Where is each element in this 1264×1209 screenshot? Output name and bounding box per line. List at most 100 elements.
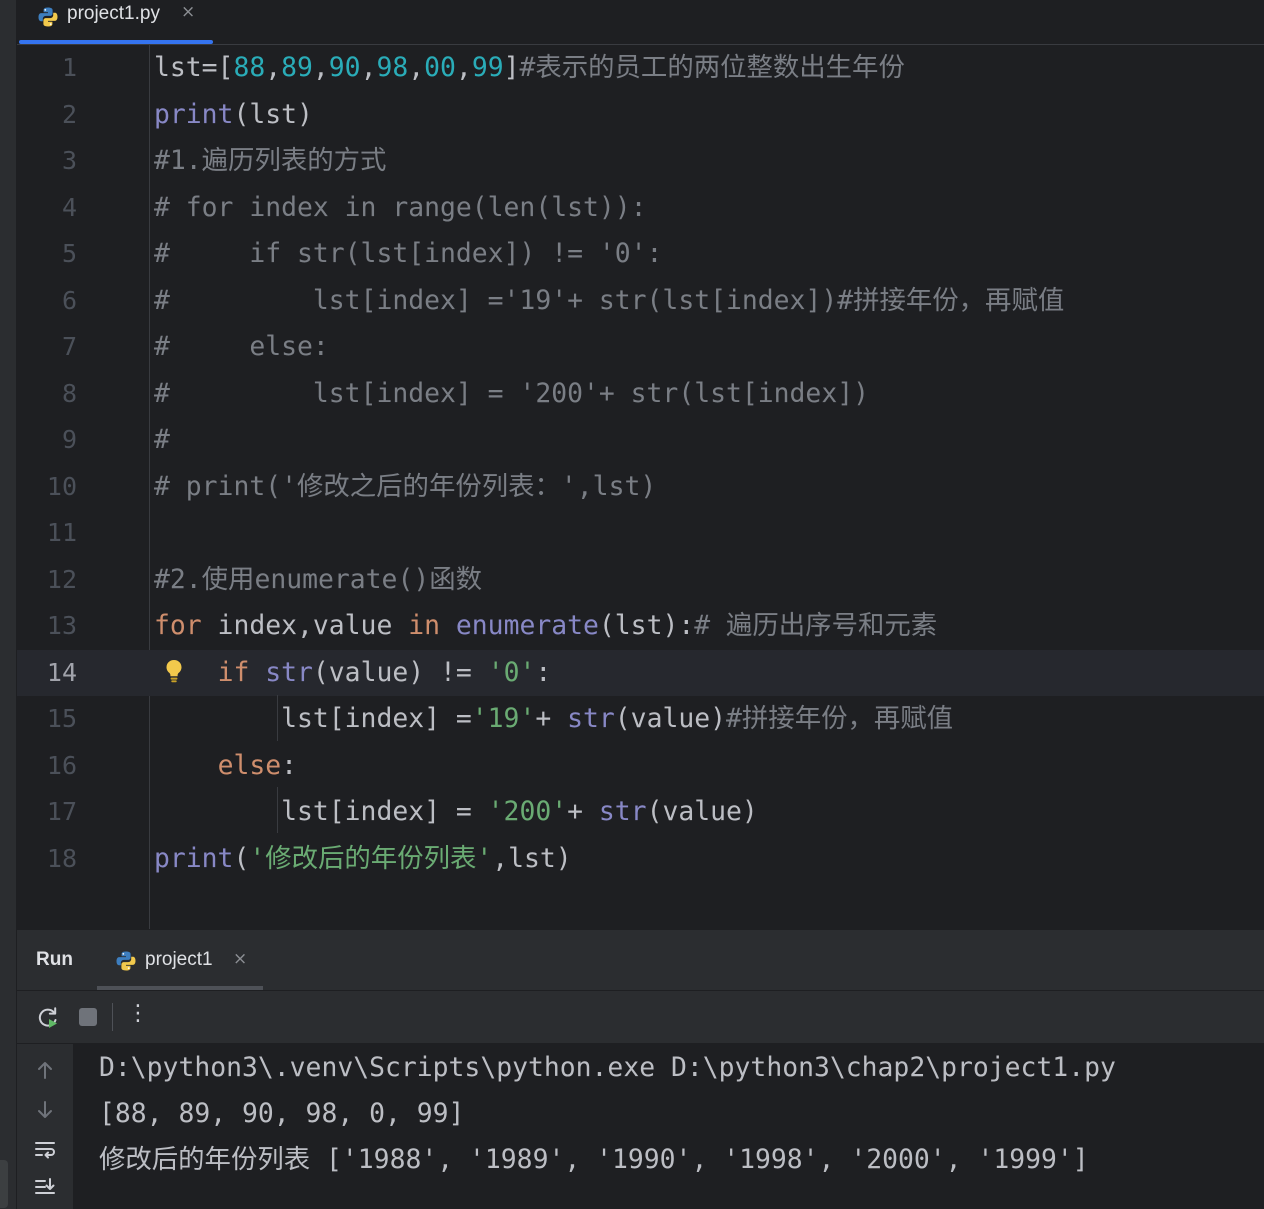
code-text: # for index in range(len(lst)): (154, 185, 647, 231)
code-line[interactable]: 8 # lst[index] = '200'+ str(lst[index]) (17, 371, 1264, 417)
line-number[interactable]: 8 (17, 371, 77, 417)
line-number[interactable]: 4 (17, 185, 77, 231)
stop-icon[interactable] (75, 1004, 101, 1030)
console-output[interactable]: D:\python3\.venv\Scripts\python.exe D:\p… (74, 1044, 1264, 1209)
code-text: lst=[88,89,90,98,00,99]#表示的员工的两位整数出生年份 (154, 45, 905, 91)
code-text: else: (154, 743, 297, 789)
editor-tab-label: project1.py (67, 3, 160, 24)
console-line: [88, 89, 90, 98, 0, 99] (99, 1098, 465, 1129)
code-token: , (265, 52, 282, 83)
code-token: # else: (154, 331, 329, 362)
code-line[interactable]: 6 # lst[index] ='19'+ str(lst[index])#拼接年… (17, 278, 1264, 324)
code-token: ( (233, 842, 250, 874)
code-token: 90 (328, 52, 361, 83)
line-number[interactable]: 14 (17, 650, 77, 696)
down-arrow-icon[interactable] (33, 1098, 57, 1122)
more-options-icon[interactable]: ⋮ (125, 1001, 151, 1027)
line-number[interactable]: 2 (17, 92, 77, 138)
close-icon[interactable]: × (233, 949, 247, 969)
line-number[interactable]: 13 (17, 603, 77, 649)
line-number[interactable]: 12 (17, 557, 77, 603)
line-number[interactable]: 9 (17, 417, 77, 463)
code-line[interactable]: 5 # if str(lst[index]) != '0': (17, 231, 1264, 277)
line-number[interactable]: 6 (17, 278, 77, 324)
code-line[interactable]: 7 # else: (17, 324, 1264, 370)
code-line[interactable]: 14 if str(value) != '0': (17, 649, 1264, 696)
code-line[interactable]: 3 #1.遍历列表的方式 (17, 138, 1264, 184)
scroll-to-end-icon[interactable] (33, 1176, 57, 1200)
code-token: , (312, 52, 329, 83)
code-token: (value) != (312, 656, 488, 688)
code-line[interactable]: 1 lst=[88,89,90,98,00,99]#表示的员工的两位整数出生年份 (17, 45, 1264, 91)
console-line: D:\python3\.venv\Scripts\python.exe D:\p… (99, 1052, 1116, 1083)
code-text: # else: (154, 324, 329, 370)
code-token: , (408, 52, 425, 83)
code-token: enumerate (455, 610, 599, 641)
line-number[interactable]: 1 (17, 45, 77, 91)
code-token: # lst[index] = '200'+ str(lst[index]) (154, 377, 869, 409)
code-token: (lst): (598, 610, 695, 641)
run-panel-header: Run project1 × (17, 930, 1264, 991)
code-line[interactable]: 18 print('修改后的年份列表',lst) (17, 836, 1264, 882)
lightbulb-icon[interactable] (163, 658, 185, 684)
code-line[interactable]: 16 else: (17, 743, 1264, 789)
code-token: # print('修改之后的年份列表：',lst) (154, 470, 657, 502)
line-number[interactable]: 3 (17, 138, 77, 184)
code-line[interactable]: 13 for index,value in enumerate(lst):# 遍历… (17, 603, 1264, 649)
code-token: lst[index] = (154, 796, 488, 827)
code-token: 99 (471, 52, 504, 83)
code-token: for (154, 610, 202, 641)
tool-strip-scroll-thumb[interactable] (0, 1160, 8, 1208)
close-icon[interactable]: × (181, 2, 195, 22)
line-number[interactable]: 15 (17, 696, 77, 742)
code-text: # lst[index] = '200'+ str(lst[index]) (154, 371, 869, 417)
code-token: in (408, 610, 441, 641)
code-token: print (154, 98, 234, 130)
console-line: 修改后的年份列表 ['1988', '1989', '1990', '1998'… (99, 1144, 1089, 1175)
line-number[interactable]: 17 (17, 789, 77, 835)
code-text: # if str(lst[index]) != '0': (154, 231, 662, 277)
run-tab-project1[interactable]: project1 × (97, 930, 263, 990)
code-token: str (265, 656, 313, 688)
code-token: print (154, 842, 234, 874)
code-text: # lst[index] ='19'+ str(lst[index])#拼接年份… (154, 278, 1064, 324)
code-token: 88 (233, 52, 266, 83)
code-line[interactable]: 9 # (17, 417, 1264, 463)
code-text: lst[index] ='19'+ str(value)#拼接年份，再赋值 (154, 696, 953, 742)
code-token: # 遍历出序号和元素 (694, 610, 938, 641)
line-number[interactable]: 10 (17, 464, 77, 510)
code-token: 00 (424, 52, 456, 83)
code-text: #1.遍历列表的方式 (154, 138, 386, 184)
python-run-config-icon (116, 951, 136, 971)
code-line[interactable]: 15 lst[index] ='19'+ str(value)#拼接年份，再赋值 (17, 696, 1264, 742)
code-token: + (535, 703, 568, 734)
run-toolbar: ⋮ (17, 991, 1264, 1044)
code-token: ] (503, 52, 520, 83)
code-line[interactable]: 10 # print('修改之后的年份列表：',lst) (17, 464, 1264, 510)
editor-tab-project1[interactable]: project1.py × (17, 0, 213, 44)
line-number[interactable]: 11 (17, 510, 77, 556)
rerun-icon[interactable] (35, 1004, 61, 1030)
code-line[interactable]: 11 (17, 510, 1264, 556)
code-line[interactable]: 2 print(lst) (17, 92, 1264, 138)
code-line[interactable]: 4 # for index in range(len(lst)): (17, 185, 1264, 231)
code-editor[interactable]: 1 lst=[88,89,90,98,00,99]#表示的员工的两位整数出生年份 2… (17, 45, 1264, 929)
code-line[interactable]: 12 #2.使用enumerate()函数 (17, 557, 1264, 603)
line-number[interactable]: 18 (17, 836, 77, 882)
line-number[interactable]: 16 (17, 743, 77, 789)
active-run-tab-indicator (97, 986, 263, 990)
ide-window: project1.py × 1 lst=[88,89,90,98,00,99]#表… (0, 0, 1264, 1209)
code-token: 98 (376, 52, 409, 83)
code-token: '修改后的年份列表' (249, 842, 493, 874)
code-token: (value) (614, 703, 727, 734)
code-token: : (281, 749, 298, 781)
soft-wrap-icon[interactable] (33, 1138, 57, 1162)
line-number[interactable]: 5 (17, 231, 77, 277)
code-text: lst[index] = '200'+ str(value) (154, 789, 758, 835)
code-token: else (217, 749, 282, 781)
run-tab-label: project1 (145, 949, 213, 970)
line-number[interactable]: 7 (17, 324, 77, 370)
code-token: lst=[ (154, 52, 234, 83)
code-line[interactable]: 17 lst[index] = '200'+ str(value) (17, 789, 1264, 835)
up-arrow-icon[interactable] (33, 1058, 57, 1082)
